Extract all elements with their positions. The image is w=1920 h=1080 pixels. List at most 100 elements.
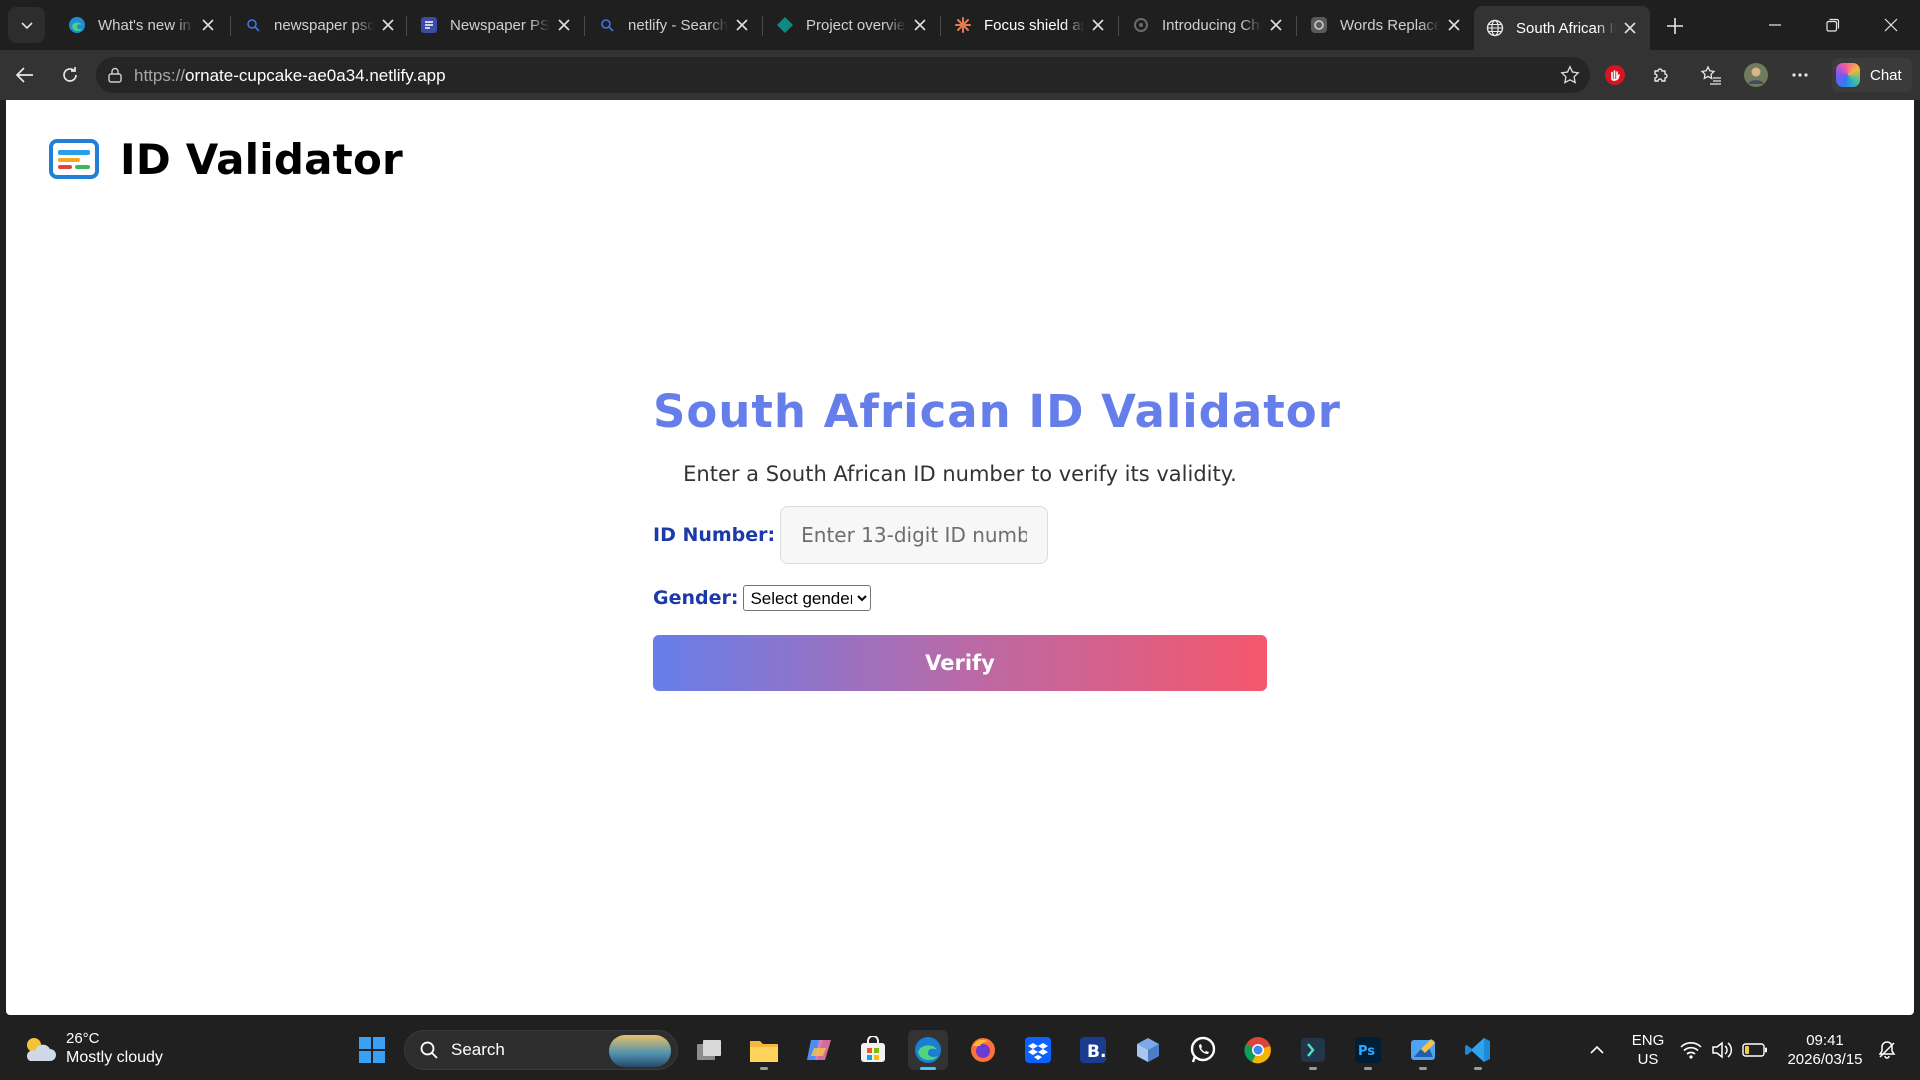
minimize-button[interactable] — [1752, 8, 1798, 42]
clock-time: 09:41 — [1806, 1032, 1844, 1049]
gender-row: Gender: Select gender — [653, 585, 1267, 611]
close-tab-icon[interactable] — [910, 15, 930, 35]
close-tab-icon[interactable] — [198, 15, 218, 35]
refresh-button[interactable] — [53, 58, 87, 92]
notifications-button[interactable] — [1876, 1040, 1898, 1060]
tab-newspaper-psd-search[interactable]: newspaper psd — [232, 7, 408, 43]
app-header: ID Validator — [49, 135, 403, 184]
id-number-input[interactable] — [780, 506, 1049, 564]
terminal-app-button[interactable] — [1293, 1030, 1333, 1070]
close-tab-icon[interactable] — [1444, 15, 1464, 35]
volume-icon — [1712, 1041, 1733, 1059]
svg-text:Ps: Ps — [1358, 1044, 1375, 1059]
openai-icon — [1132, 16, 1150, 34]
tab-south-african-id[interactable]: South African ID — [1474, 6, 1650, 50]
verify-button[interactable]: Verify — [653, 635, 1267, 691]
tab-separator — [584, 16, 585, 36]
language-indicator[interactable]: ENG US — [1628, 1031, 1668, 1069]
edge-taskbar-button[interactable] — [908, 1030, 948, 1070]
file-explorer-button[interactable] — [744, 1030, 784, 1070]
taskbar-search[interactable]: Search — [404, 1030, 678, 1070]
store-button[interactable] — [853, 1030, 893, 1070]
settings-more-button[interactable] — [1783, 58, 1817, 92]
document-icon — [420, 16, 438, 34]
wifi-status[interactable] — [1680, 1040, 1702, 1060]
refresh-icon — [63, 67, 77, 82]
volume-status[interactable] — [1711, 1040, 1733, 1060]
tab-title: South African ID — [1516, 19, 1616, 37]
copilot-chat-button[interactable]: Chat — [1832, 58, 1912, 92]
chat-label: Chat — [1870, 66, 1902, 84]
netlify-icon — [776, 16, 794, 34]
browser-toolbar: https://ornate-cupcake-ae0a34.netlify.ap… — [0, 50, 1920, 100]
cube-app-button[interactable] — [1128, 1030, 1168, 1070]
photoshop-icon: Ps — [1355, 1037, 1381, 1063]
bold-b-icon: B. — [1080, 1037, 1106, 1063]
tab-newspaper-psd[interactable]: Newspaper PSD — [408, 7, 584, 43]
tab-separator — [940, 16, 941, 36]
extensions-button[interactable] — [1644, 58, 1678, 92]
tab-netlify-search[interactable]: netlify - Search — [586, 7, 762, 43]
validator-form: South African ID Validator Enter a South… — [653, 385, 1341, 691]
tab-title: Newspaper PSD — [450, 16, 550, 34]
clock[interactable]: 09:41 2026/03/15 — [1780, 1031, 1870, 1069]
restore-button[interactable] — [1810, 8, 1856, 42]
close-tab-icon[interactable] — [1088, 15, 1108, 35]
start-icon — [359, 1037, 385, 1063]
b-app-button[interactable]: B. — [1073, 1030, 1113, 1070]
weather-widget[interactable]: 26°C Mostly cloudy — [22, 1030, 163, 1068]
firefox-icon — [971, 1038, 995, 1062]
running-indicator — [1419, 1067, 1427, 1070]
chrome-button[interactable] — [1238, 1030, 1278, 1070]
tab-title: Focus shield app — [984, 16, 1084, 34]
profile-button[interactable] — [1739, 58, 1773, 92]
whatsapp-button[interactable] — [1183, 1030, 1223, 1070]
star-icon[interactable] — [1560, 65, 1580, 85]
url-text[interactable]: https://ornate-cupcake-ae0a34.netlify.ap… — [134, 66, 446, 86]
weather-temperature: 26°C — [66, 1030, 100, 1047]
copilot-app-button[interactable] — [799, 1030, 839, 1070]
tab-words-replacement[interactable]: Words Replacem — [1298, 7, 1474, 43]
tab-strip: What's new in M newspaper psd Newspaper … — [0, 0, 1920, 50]
task-view-button[interactable] — [689, 1030, 729, 1070]
tab-whats-new[interactable]: What's new in M — [56, 7, 228, 43]
close-tab-icon[interactable] — [1620, 18, 1640, 38]
close-tab-icon[interactable] — [378, 15, 398, 35]
claude-icon — [954, 16, 972, 34]
more-horizontal-icon — [1792, 73, 1808, 77]
tab-introducing-chat[interactable]: Introducing Cha — [1120, 7, 1296, 43]
tab-project-overview[interactable]: Project overview — [764, 7, 940, 43]
tab-separator — [1118, 16, 1119, 36]
tab-actions-menu-button[interactable] — [8, 7, 45, 43]
close-tab-icon[interactable] — [732, 15, 752, 35]
favorites-button[interactable] — [1694, 58, 1728, 92]
close-tab-icon[interactable] — [1266, 15, 1286, 35]
start-button[interactable] — [352, 1030, 392, 1070]
close-tab-icon[interactable] — [554, 15, 574, 35]
firefox-button[interactable] — [963, 1030, 1003, 1070]
show-hidden-icons-button[interactable] — [1586, 1040, 1608, 1060]
id-number-label: ID Number: — [653, 524, 776, 546]
extension-adblock-button[interactable] — [1598, 58, 1632, 92]
battery-status[interactable] — [1742, 1040, 1768, 1060]
close-window-button[interactable] — [1868, 8, 1914, 42]
photoshop-button[interactable]: Ps — [1348, 1030, 1388, 1070]
dropbox-button[interactable] — [1018, 1030, 1058, 1070]
file-explorer-icon — [750, 1041, 778, 1062]
new-tab-button[interactable] — [1660, 11, 1690, 41]
page-title: South African ID Validator — [653, 385, 1341, 438]
vscode-button[interactable] — [1458, 1030, 1498, 1070]
gender-select[interactable]: Select gender — [743, 585, 872, 611]
paint-icon — [1411, 1039, 1435, 1060]
wifi-icon — [1680, 1042, 1702, 1059]
restore-icon — [1826, 18, 1840, 32]
tab-focus-shield[interactable]: Focus shield app — [942, 7, 1118, 43]
task-view-icon — [697, 1040, 721, 1060]
back-button[interactable] — [8, 58, 42, 92]
site-info-icon[interactable] — [106, 66, 124, 84]
paint-button[interactable] — [1403, 1030, 1443, 1070]
region-code: US — [1637, 1051, 1659, 1068]
address-bar[interactable]: https://ornate-cupcake-ae0a34.netlify.ap… — [96, 57, 1590, 93]
tab-title: Introducing Cha — [1162, 16, 1262, 34]
whatsapp-icon — [1190, 1036, 1216, 1063]
